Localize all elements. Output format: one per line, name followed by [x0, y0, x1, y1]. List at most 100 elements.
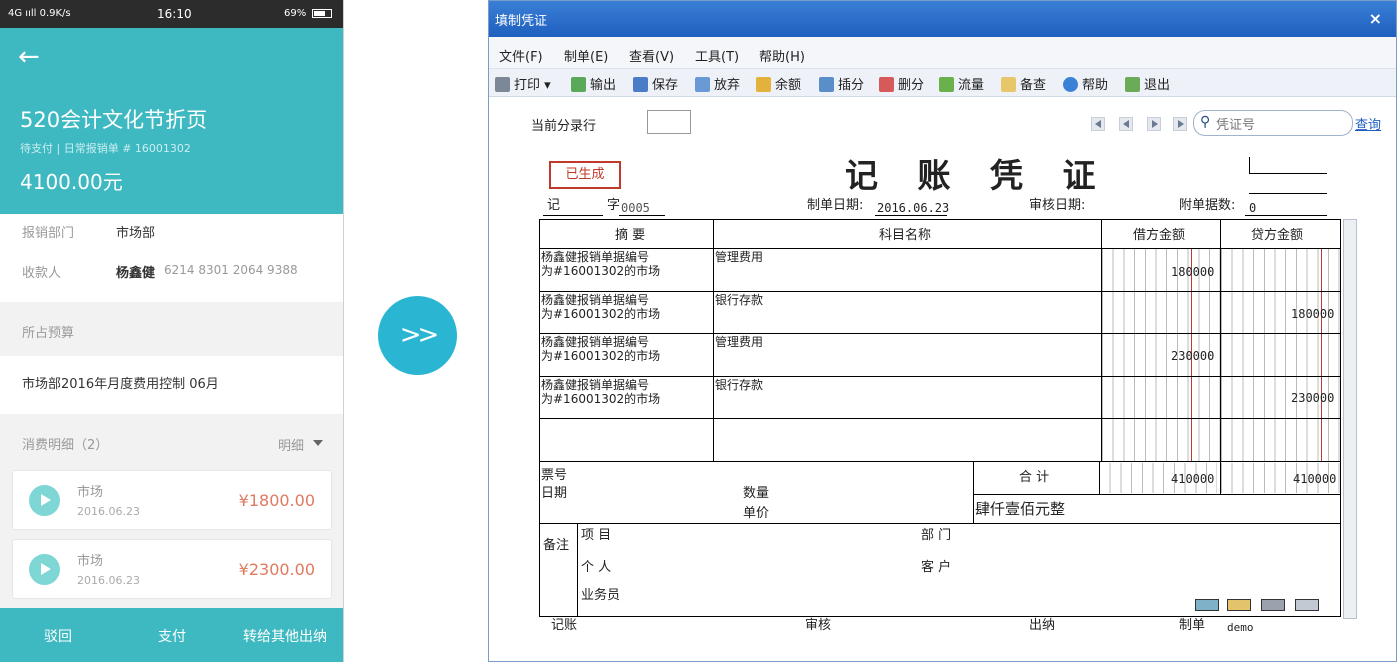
delete-entry-label: 删分	[898, 78, 925, 93]
voucher-number-input[interactable]	[1216, 115, 1346, 133]
row-account[interactable]: 银行存款	[715, 379, 763, 392]
voucher-title: 记 账 凭 证	[845, 156, 1110, 195]
menu-file[interactable]: 文件(F)	[499, 46, 543, 65]
corner-mark	[1249, 173, 1327, 174]
memo-button[interactable]: 备查	[1001, 74, 1046, 93]
expense-label: 消费明细（2）	[22, 438, 109, 453]
card-icon[interactable]	[1227, 599, 1251, 611]
row-summary[interactable]: 杨鑫健报销单据编号	[541, 251, 649, 264]
collapse-icon[interactable]	[1295, 599, 1319, 611]
ticket-label: 票号	[541, 468, 568, 483]
reject-button[interactable]: 驳回	[44, 626, 72, 646]
pay-button[interactable]: 支付	[158, 626, 186, 646]
back-arrow-icon[interactable]: ←	[18, 44, 40, 70]
vertical-scrollbar[interactable]	[1343, 219, 1357, 619]
print-button[interactable]: 打印 ▾	[495, 74, 551, 93]
play-icon	[29, 485, 60, 516]
row-credit[interactable]: 230000	[1291, 391, 1334, 405]
current-entry-input[interactable]	[647, 110, 691, 134]
menu-voucher[interactable]: 制单(E)	[564, 46, 608, 65]
expense-item[interactable]: 市场 2016.06.23 ¥1800.00	[12, 470, 332, 530]
export-button[interactable]: 输出	[571, 74, 616, 93]
row-summary[interactable]: 为#16001302的市场	[541, 308, 660, 321]
row-debit[interactable]: 230000	[1171, 349, 1214, 363]
row-debit[interactable]: 180000	[1171, 265, 1214, 279]
transfer-button[interactable]: 转给其他出纳	[243, 626, 327, 646]
row-account[interactable]: 管理费用	[715, 251, 763, 264]
auditor-label: 审核	[805, 618, 832, 633]
account-book-icon[interactable]	[1195, 599, 1219, 611]
discard-button[interactable]: 放弃	[695, 74, 740, 93]
exit-button[interactable]: 退出	[1125, 74, 1170, 93]
underline	[543, 215, 603, 216]
department-label: 部 门	[921, 528, 952, 543]
expense-item[interactable]: 市场 2016.06.23 ¥2300.00	[12, 539, 332, 599]
status-bar: 4G ııll 0.9K/s 16:10 69%	[0, 0, 343, 28]
edit-icon[interactable]	[1261, 599, 1285, 611]
attachment-count[interactable]: 0	[1249, 201, 1256, 215]
save-button[interactable]: 保存	[633, 74, 678, 93]
voucher-search[interactable]: ⚲	[1193, 110, 1353, 136]
corner-mark	[1249, 157, 1250, 173]
total-label: 合 计	[1019, 470, 1050, 485]
expense-amount: ¥2300.00	[238, 560, 315, 579]
voucher-number[interactable]: 0005	[621, 201, 650, 215]
exit-label: 退出	[1144, 78, 1171, 93]
decimal-line	[1321, 249, 1322, 461]
corner-mark	[1249, 193, 1327, 194]
close-icon[interactable]: ×	[1369, 9, 1382, 28]
row-credit[interactable]: 180000	[1291, 307, 1334, 321]
cash-flow-button[interactable]: 流量	[939, 74, 984, 93]
voucher-date[interactable]: 2016.06.23	[877, 201, 949, 215]
voucher-type: 记	[547, 198, 561, 213]
detail-toggle[interactable]: 明细	[278, 435, 304, 454]
row-summary[interactable]: 杨鑫健报销单据编号	[541, 379, 649, 392]
menu-tools[interactable]: 工具(T)	[695, 46, 739, 65]
row-summary[interactable]: 为#16001302的市场	[541, 393, 660, 406]
expense-date: 2016.06.23	[77, 574, 140, 587]
insert-entry-button[interactable]: 插分	[819, 74, 864, 93]
menu-help[interactable]: 帮助(H)	[759, 46, 805, 65]
next-voucher-icon[interactable]	[1147, 117, 1161, 131]
export-icon	[571, 77, 586, 92]
underline	[1245, 215, 1327, 216]
last-voucher-icon[interactable]	[1173, 117, 1187, 131]
previous-voucher-icon[interactable]	[1119, 117, 1133, 131]
insert-entry-label: 插分	[838, 78, 865, 93]
voucher-window: 填制凭证 × 文件(F) 制单(E) 查看(V) 工具(T) 帮助(H) 打印 …	[488, 0, 1397, 662]
payee-account: 6214 8301 2064 9388	[164, 263, 298, 277]
help-button[interactable]: 帮助	[1063, 74, 1108, 93]
exit-icon	[1125, 77, 1140, 92]
underline	[875, 215, 947, 216]
delete-entry-button[interactable]: 删分	[879, 74, 924, 93]
row-account[interactable]: 管理费用	[715, 336, 763, 349]
row-summary[interactable]: 杨鑫健报销单据编号	[541, 336, 649, 349]
maker-label: 制单	[1179, 618, 1206, 633]
row-rule	[539, 523, 1341, 524]
insert-row-icon	[819, 77, 834, 92]
col-divider	[713, 219, 714, 461]
save-label: 保存	[652, 78, 679, 93]
first-voucher-icon[interactable]	[1091, 117, 1105, 131]
payee-info: 报销部门 市场部 收款人 杨鑫健 6214 8301 2064 9388	[0, 214, 343, 302]
battery-level: 69%	[284, 8, 307, 19]
row-rule	[539, 333, 1341, 334]
row-rule	[539, 376, 1341, 377]
row-summary[interactable]: 为#16001302的市场	[541, 265, 660, 278]
attachment-label: 附单据数:	[1179, 198, 1236, 213]
export-label: 输出	[590, 78, 617, 93]
unit-price-label: 单价	[743, 506, 770, 521]
menu-view[interactable]: 查看(V)	[629, 46, 674, 65]
ticket-date-label: 日期	[541, 486, 568, 501]
query-link[interactable]: 查询	[1355, 114, 1381, 133]
accounting-voucher: 已生成 记 账 凭 证 记 字 0005 制单日期: 2016.06.23 审核…	[525, 143, 1357, 661]
row-summary[interactable]: 杨鑫健报销单据编号	[541, 294, 649, 307]
page-title: 520会计文化节折页	[20, 108, 208, 132]
salesman-label: 业务员	[581, 588, 621, 603]
row-summary[interactable]: 为#16001302的市场	[541, 350, 660, 363]
expense-header: 消费明细（2） 明细	[0, 416, 343, 466]
balance-button[interactable]: 余额	[756, 74, 801, 93]
total-credit: 410000	[1293, 472, 1337, 486]
row-account[interactable]: 银行存款	[715, 294, 763, 307]
total-amount: 4100.00元	[20, 170, 123, 194]
